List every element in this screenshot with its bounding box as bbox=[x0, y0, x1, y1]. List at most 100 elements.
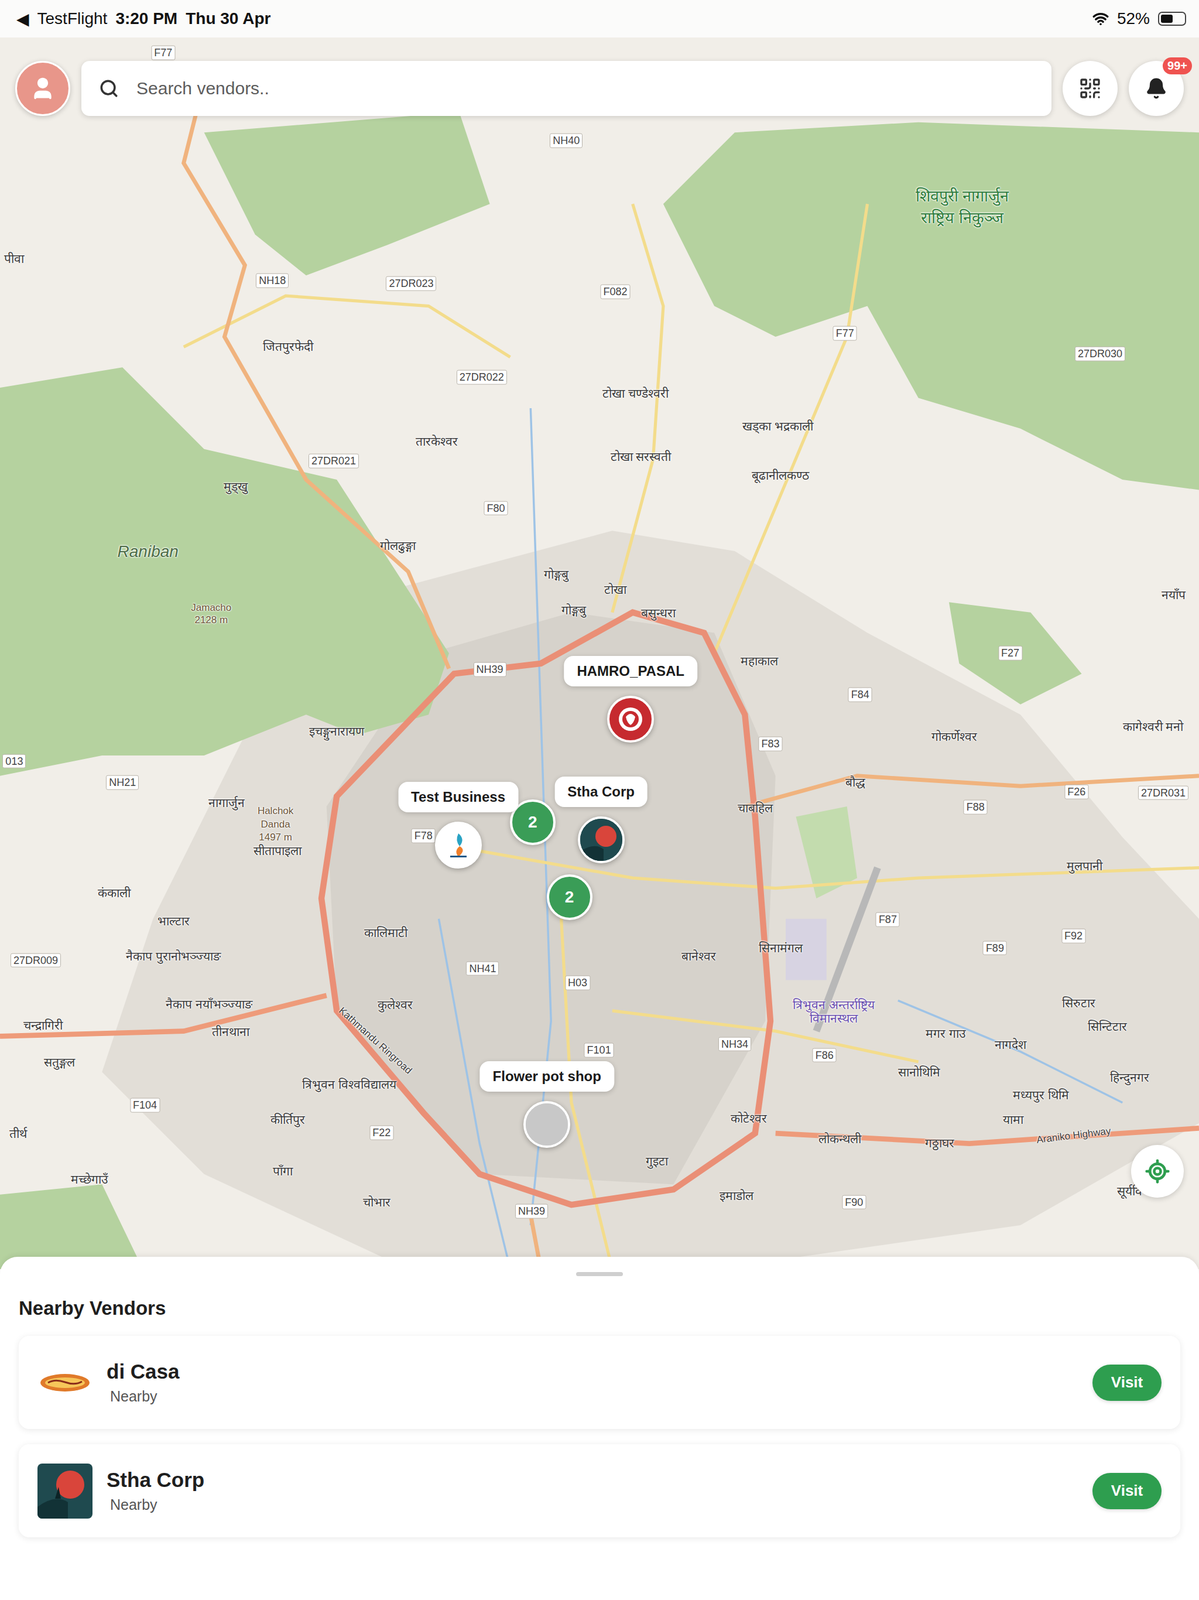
map-label: पीवा bbox=[4, 251, 25, 266]
profile-button[interactable] bbox=[15, 60, 71, 116]
map-label: 013 bbox=[2, 753, 26, 769]
vendor-card[interactable]: Stha CorpNearbyVisit bbox=[18, 1443, 1181, 1537]
status-bar: ◀TestFlight3:20 PMThu 30 Apr52% bbox=[0, 0, 1199, 38]
user-icon bbox=[29, 75, 56, 102]
visit-button[interactable]: Visit bbox=[1092, 1472, 1162, 1509]
pin-marker[interactable] bbox=[434, 821, 482, 869]
map-label: चोभार bbox=[362, 1194, 391, 1209]
map-label: टोखा चण्डेश्वरी bbox=[602, 386, 669, 401]
map-label: गठ्ठाघर bbox=[925, 1135, 955, 1150]
pin-callout[interactable]: Test Business bbox=[398, 781, 519, 813]
status-left: ◀TestFlight3:20 PMThu 30 Apr bbox=[16, 9, 271, 29]
map-label: सतुङ्गल bbox=[43, 1054, 75, 1070]
app-screen: ◀TestFlight3:20 PMThu 30 Apr52%F77NH40शि… bbox=[0, 0, 1199, 1600]
map-label: कुलेश्वर bbox=[377, 997, 413, 1012]
map-label: नैकाप पुरानोभञ्ज्याङ bbox=[125, 949, 221, 964]
map-label: मुड्खु bbox=[223, 479, 248, 494]
map-label: सिन्टिटार bbox=[1087, 1019, 1127, 1034]
qr-code-icon bbox=[1078, 76, 1102, 101]
map-label: NH39 bbox=[515, 1203, 548, 1219]
search-icon bbox=[98, 78, 119, 99]
map-label: 27DR030 bbox=[1074, 346, 1126, 362]
vendor-name: Stha Corp bbox=[106, 1467, 1079, 1492]
map-label: NH34 bbox=[718, 1036, 752, 1051]
pin-marker[interactable] bbox=[577, 816, 625, 863]
battery-fill bbox=[1160, 14, 1173, 23]
map-label: Raniban bbox=[117, 542, 179, 561]
map-label: तारकेश्वर bbox=[415, 434, 458, 449]
map-label: F26 bbox=[1064, 784, 1089, 800]
map-label: कीर्तिपुर bbox=[270, 1111, 306, 1126]
map-label: विमानस्थल bbox=[809, 1011, 858, 1026]
map-label: गोङ्गबु bbox=[543, 567, 569, 582]
map-label: महाकाल bbox=[740, 653, 779, 668]
di-casa-logo-icon bbox=[37, 1354, 93, 1410]
qr-scan-button[interactable] bbox=[1062, 60, 1118, 116]
vendor-info: di CasaNearby bbox=[106, 1359, 1079, 1405]
map-label: चाबहिल bbox=[737, 800, 773, 815]
locate-icon bbox=[1144, 1158, 1171, 1184]
vendor-list: di CasaNearbyVisitStha CorpNearbyVisit bbox=[18, 1335, 1181, 1537]
map-label: F86 bbox=[812, 1047, 837, 1063]
pin-marker[interactable] bbox=[607, 695, 654, 743]
map-label: F80 bbox=[484, 500, 509, 516]
visit-button[interactable]: Visit bbox=[1092, 1364, 1162, 1401]
map-label: मगर गाउ bbox=[925, 1026, 966, 1041]
map-label: सिरुटार bbox=[1062, 995, 1096, 1010]
map-label: F87 bbox=[875, 912, 900, 927]
map-label: मुलपानी bbox=[1066, 858, 1103, 873]
sheet-handle[interactable] bbox=[576, 1271, 623, 1276]
locate-button[interactable] bbox=[1131, 1144, 1184, 1198]
pin-callout[interactable]: HAMRO_PASAL bbox=[563, 655, 698, 687]
back-icon[interactable]: ◀ bbox=[16, 9, 30, 29]
map-label: NH41 bbox=[466, 960, 499, 976]
map-label: बसुन्धरा bbox=[641, 605, 676, 620]
pin-callout[interactable]: Flower pot shop bbox=[480, 1060, 615, 1092]
map-label: F90 bbox=[841, 1194, 866, 1209]
map-label: कालिमाटी bbox=[364, 925, 408, 940]
bell-icon bbox=[1145, 77, 1168, 100]
test-business-logo-icon bbox=[442, 828, 475, 862]
map-label: NH40 bbox=[549, 133, 583, 149]
map-label: तीनथाना bbox=[211, 1024, 250, 1039]
vendor-card[interactable]: di CasaNearby Visit bbox=[18, 1335, 1181, 1429]
vendor-subtitle: Nearby bbox=[106, 1387, 1079, 1405]
map-label: 27DR022 bbox=[456, 370, 507, 385]
notifications-button[interactable]: 99+ bbox=[1128, 60, 1184, 116]
map-label: Halchok bbox=[257, 804, 294, 817]
map-label: मध्यपुर थिमि bbox=[1012, 1087, 1070, 1102]
map-label: Araniko Highway bbox=[1035, 1125, 1112, 1146]
pin-callout[interactable]: Stha Corp bbox=[554, 776, 648, 807]
map-label: गोकर्णेश्वर bbox=[931, 729, 978, 744]
map-label: नैकाप नयाँभञ्ज्याङ bbox=[165, 997, 253, 1012]
map-label: बौद्ध bbox=[845, 775, 866, 790]
search-field[interactable]: Search vendors.. bbox=[81, 60, 1052, 116]
map-label: राष्ट्रिय निकुञ्ज bbox=[920, 209, 1004, 228]
map-label: हिन्दुनगर bbox=[1110, 1070, 1150, 1085]
map-label: गोङ्गबु bbox=[561, 603, 587, 618]
map-label: NH18 bbox=[255, 272, 289, 288]
map-label: टोखा bbox=[604, 582, 627, 597]
map-label: चन्द्रागिरी bbox=[23, 1018, 63, 1033]
map[interactable]: F77NH40शिवपुरी नागार्जुनराष्ट्रिय निकुञ्… bbox=[0, 37, 1199, 1269]
map-label: F22 bbox=[369, 1125, 394, 1140]
status-time: 3:20 PM bbox=[115, 9, 178, 29]
map-label: इमाडोल bbox=[719, 1188, 754, 1203]
pin-marker[interactable] bbox=[523, 1100, 571, 1148]
back-app-label[interactable]: TestFlight bbox=[37, 9, 108, 29]
map-label: गुइटा bbox=[645, 1153, 668, 1168]
hamro-pasal-logo-icon bbox=[616, 704, 645, 733]
stha-corp-logo-icon bbox=[37, 1463, 93, 1519]
bottom-sheet[interactable]: Nearby Vendorsdi CasaNearbyVisitStha Cor… bbox=[0, 1256, 1199, 1600]
map-label: कंकाली bbox=[97, 885, 131, 900]
map-label: तीर्थ bbox=[9, 1126, 27, 1141]
wifi-icon bbox=[1092, 10, 1109, 27]
map-label: मच्छेगाउँ bbox=[70, 1172, 109, 1187]
cluster-count[interactable]: 2 bbox=[546, 874, 593, 920]
map-label: F104 bbox=[129, 1097, 160, 1113]
map-label: F88 bbox=[963, 799, 988, 815]
map-label: F27 bbox=[998, 645, 1023, 661]
map-label: F83 bbox=[758, 736, 783, 752]
map-label: F84 bbox=[848, 687, 873, 702]
map-label: कोटेश्वर bbox=[730, 1111, 767, 1126]
